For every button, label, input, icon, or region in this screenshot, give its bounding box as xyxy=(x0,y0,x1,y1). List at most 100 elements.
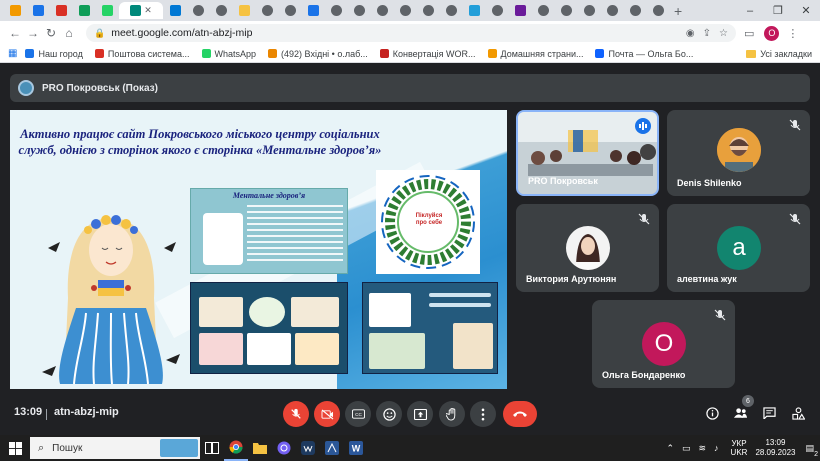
browser-tab[interactable] xyxy=(96,2,118,19)
lock-icon[interactable]: 🔒 xyxy=(94,28,105,39)
apps-icon[interactable]: ▦ xyxy=(8,48,17,59)
activities-button[interactable] xyxy=(787,402,809,424)
browser-tab[interactable] xyxy=(371,2,393,19)
bookmark-favicon-icon xyxy=(595,49,605,58)
browser-tab[interactable] xyxy=(486,2,508,19)
captions-button[interactable]: CC xyxy=(345,401,371,427)
tab-favicon-icon xyxy=(514,5,526,16)
search-highlight-image xyxy=(160,439,198,457)
raise-hand-button[interactable] xyxy=(439,401,465,427)
url-text[interactable]: meet.google.com/atn-abzj-mip xyxy=(111,27,678,39)
home-icon[interactable]: ⌂ xyxy=(60,26,78,40)
close-window-icon[interactable]: ✕ xyxy=(792,4,820,17)
windscribe-icon[interactable] xyxy=(296,435,320,461)
viber-icon[interactable] xyxy=(272,435,296,461)
browser-tab[interactable] xyxy=(164,2,186,19)
browser-tab[interactable] xyxy=(325,2,347,19)
browser-tab[interactable] xyxy=(187,2,209,19)
browser-tab[interactable] xyxy=(302,2,324,19)
bookmark-item[interactable]: Домашняя страни... xyxy=(487,49,583,59)
browser-tab[interactable] xyxy=(348,2,370,19)
notifications-icon[interactable]: ▤ 2 xyxy=(805,443,818,458)
leave-call-button[interactable] xyxy=(503,401,537,427)
girl-illustration xyxy=(42,215,180,384)
present-button[interactable] xyxy=(407,401,433,427)
participants-count-badge: 6 xyxy=(742,395,754,407)
bookmark-label: (492) Вхідні • о.лаб... xyxy=(281,48,368,59)
word-icon[interactable]: W xyxy=(344,435,368,461)
participant-tile[interactable]: a алевтина жук xyxy=(667,204,810,292)
camera-icon[interactable]: ◉ xyxy=(686,28,695,39)
maximize-icon[interactable]: ❐ xyxy=(764,4,792,17)
participant-tile[interactable]: PRO Покровськ xyxy=(516,110,659,196)
browser-tab[interactable] xyxy=(50,2,72,19)
close-tab-icon[interactable]: ✕ xyxy=(144,5,152,16)
browser-tab[interactable] xyxy=(4,2,26,19)
taskbar-search[interactable]: ⌕ Пошук xyxy=(30,437,200,459)
browser-tab[interactable] xyxy=(210,2,232,19)
browser-tab[interactable] xyxy=(578,2,600,19)
browser-tab[interactable] xyxy=(463,2,485,19)
bookmark-item[interactable]: Почта — Ольга Бо... xyxy=(595,49,693,59)
browser-tab[interactable] xyxy=(440,2,462,19)
profile-avatar[interactable]: O xyxy=(764,25,780,41)
meeting-details-button[interactable] xyxy=(701,402,723,424)
new-tab-icon[interactable]: + xyxy=(674,3,682,19)
bookmark-item[interactable]: Конвертація WOR... xyxy=(379,49,476,59)
camera-toggle-button[interactable] xyxy=(314,401,340,427)
browser-tab[interactable] xyxy=(256,2,278,19)
app-icon[interactable] xyxy=(320,435,344,461)
menu-icon[interactable]: ⋮ xyxy=(787,27,798,40)
bookmark-star-icon[interactable]: ☆ xyxy=(719,28,728,39)
bookmark-item[interactable]: (492) Вхідні • о.лаб... xyxy=(268,49,368,59)
more-options-button[interactable] xyxy=(470,401,496,427)
browser-tab[interactable] xyxy=(601,2,623,19)
volume-icon[interactable]: ♪ xyxy=(714,443,719,453)
minimize-icon[interactable]: – xyxy=(736,5,764,17)
browser-tab[interactable] xyxy=(27,2,49,19)
bookmark-item[interactable]: WhatsApp xyxy=(201,49,256,59)
browser-tab[interactable] xyxy=(417,2,439,19)
browser-tab[interactable] xyxy=(394,2,416,19)
file-explorer-icon[interactable] xyxy=(248,435,272,461)
clock-date: 28.09.2023 xyxy=(755,448,796,457)
system-clock[interactable]: 13:09 28.09.2023 xyxy=(755,438,795,458)
forward-icon[interactable]: → xyxy=(24,26,42,40)
search-placeholder: Пошук xyxy=(52,442,83,454)
address-bar[interactable]: 🔒 meet.google.com/atn-abzj-mip ◉ ⇪ ☆ xyxy=(86,24,736,42)
participant-tile[interactable]: O Ольга Бондаренко xyxy=(592,300,735,388)
chat-button[interactable] xyxy=(758,402,780,424)
mic-toggle-button[interactable] xyxy=(283,401,309,427)
browser-tab[interactable] xyxy=(555,2,577,19)
browser-tab[interactable] xyxy=(532,2,554,19)
browser-tab[interactable] xyxy=(624,2,646,19)
start-button[interactable] xyxy=(0,435,30,461)
reactions-button[interactable] xyxy=(376,401,402,427)
reload-icon[interactable]: ↻ xyxy=(42,26,60,40)
tab-favicon-icon xyxy=(9,5,21,16)
browser-tab[interactable] xyxy=(233,2,255,19)
side-panel-icon[interactable]: ▭ xyxy=(744,27,754,40)
network-icon[interactable]: ▭ xyxy=(682,443,691,454)
browser-tab[interactable]: ✕ xyxy=(119,2,163,19)
tab-favicon-icon xyxy=(78,5,90,16)
windows-logo-icon xyxy=(8,441,22,455)
chrome-icon[interactable] xyxy=(224,435,248,461)
browser-tab[interactable] xyxy=(509,2,531,19)
all-bookmarks[interactable]: Усі закладки xyxy=(746,45,812,63)
share-icon[interactable]: ⇪ xyxy=(703,28,711,39)
participant-tile[interactable]: Виктория Арутюнян xyxy=(516,204,659,292)
presenter-title: PRO Покровськ (Показ) xyxy=(42,82,158,94)
browser-tab[interactable] xyxy=(647,2,669,19)
browser-tab[interactable] xyxy=(73,2,95,19)
participant-tile[interactable]: Denis Shilenko xyxy=(667,110,810,196)
wifi-icon[interactable]: ≋ xyxy=(699,443,707,454)
browser-tab[interactable] xyxy=(279,2,301,19)
bookmark-item[interactable]: Наш город xyxy=(25,49,83,59)
language-indicator[interactable]: УКР UKR xyxy=(731,439,748,457)
tab-favicon-icon xyxy=(629,5,641,16)
show-hidden-icons[interactable]: ⌃ xyxy=(666,443,674,454)
bookmark-item[interactable]: Поштова система... xyxy=(94,49,190,59)
back-icon[interactable]: ← xyxy=(6,26,24,40)
task-view-icon[interactable] xyxy=(200,435,224,461)
